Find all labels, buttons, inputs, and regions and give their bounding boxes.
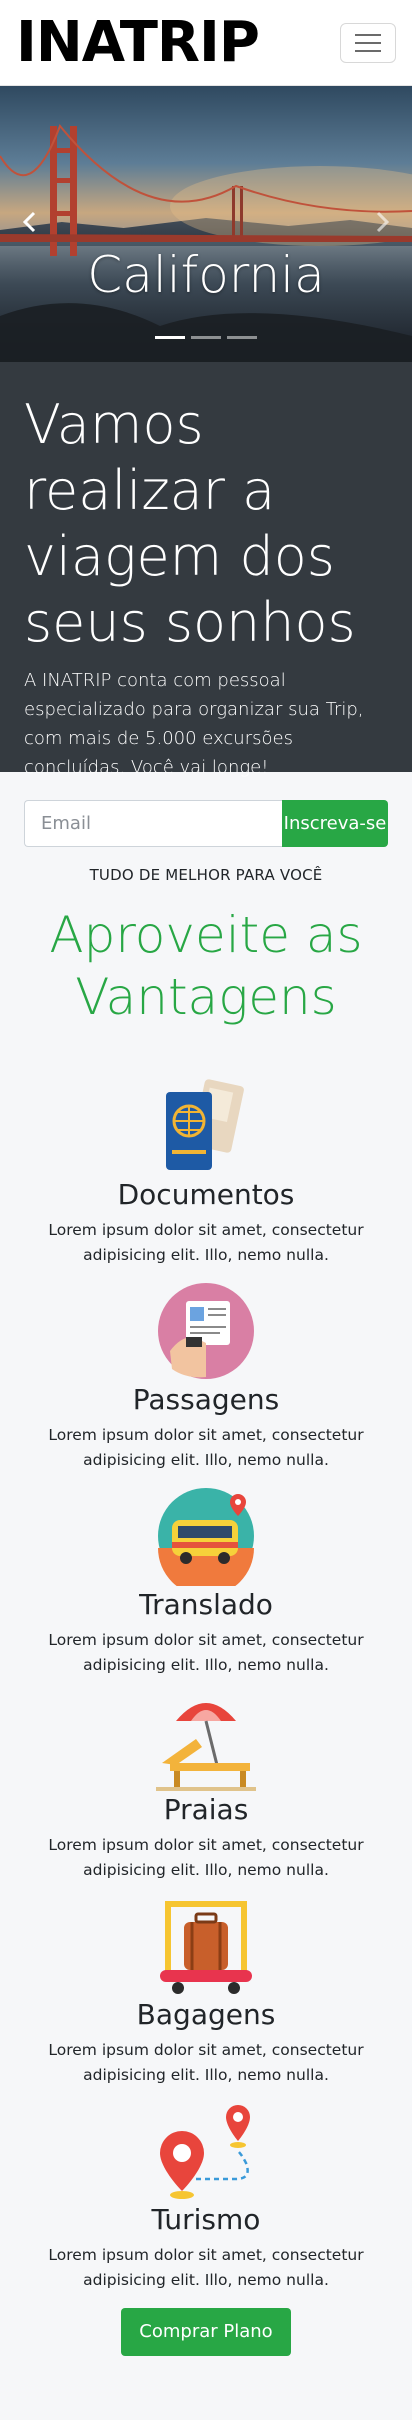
feature-text: Lorem ipsum dolor sit amet, consectetur …: [48, 1631, 364, 1674]
carousel-caption: California: [87, 246, 325, 304]
feature-text: Lorem ipsum dolor sit amet, consectetur …: [48, 1836, 364, 1879]
feature-text: Lorem ipsum dolor sit amet, consectetur …: [48, 1221, 364, 1264]
carousel-indicator-1[interactable]: [155, 336, 185, 339]
hamburger-icon: [355, 33, 381, 36]
buy-plan-button[interactable]: Comprar Plano: [121, 2308, 291, 2356]
hero-title: Vamos realizar a viagem dos seus sonhos: [24, 393, 356, 654]
carousel-indicator-3[interactable]: [227, 336, 257, 339]
hamburger-icon-line: [355, 49, 381, 52]
hamburger-icon-line: [355, 41, 381, 44]
feature-item-bagagens: Bagagens Lorem ipsum dolor sit amet, con…: [0, 1896, 412, 2101]
passport-icon: [166, 1079, 244, 1170]
feature-item-documentos: Documentos Lorem ipsum dolor sit amet, c…: [0, 1076, 412, 1281]
subscribe-form: Inscreva-se: [24, 800, 388, 847]
feature-title: Turismo: [151, 2203, 261, 2236]
feature-title: Bagagens: [136, 1998, 276, 2031]
email-input[interactable]: [24, 800, 282, 847]
carousel-indicator-2[interactable]: [191, 336, 221, 339]
features-list: Documentos Lorem ipsum dolor sit amet, c…: [0, 1076, 412, 2306]
carousel-next-button[interactable]: [370, 210, 394, 234]
feature-item-turismo: Turismo Lorem ipsum dolor sit amet, cons…: [0, 2101, 412, 2306]
hero-text: A INATRIP conta com pessoal especializad…: [24, 670, 364, 778]
feature-text: Lorem ipsum dolor sit amet, consectetur …: [48, 1426, 364, 1469]
bridge-image: [0, 124, 412, 362]
hero-carousel: California: [0, 86, 412, 362]
menu-toggle-button[interactable]: [340, 22, 396, 63]
features-section: TUDO DE MELHOR PARA VOCÊ Aproveite as Va…: [0, 772, 412, 2388]
feature-title: Passagens: [132, 1383, 280, 1416]
feature-item-translado: Translado Lorem ipsum dolor sit amet, co…: [0, 1486, 412, 1691]
feature-item-praias: Praias Lorem ipsum dolor sit amet, conse…: [0, 1691, 412, 1896]
carousel-prev-button[interactable]: [18, 210, 42, 234]
ticket-icon: [158, 1283, 254, 1379]
feature-title: Documentos: [117, 1178, 295, 1211]
feature-title: Praias: [163, 1793, 249, 1826]
feature-text: Lorem ipsum dolor sit amet, consectetur …: [48, 2041, 364, 2084]
features-title: Aproveite as Vantagens: [49, 906, 363, 1026]
luggage-cart-icon: [160, 1901, 252, 1994]
bus-icon: [158, 1488, 254, 1586]
features-eyebrow: TUDO DE MELHOR PARA VOCÊ: [89, 866, 323, 884]
navbar: INATRIP: [0, 0, 412, 86]
carousel-indicators: [0, 336, 412, 339]
feature-item-passagens: Passagens Lorem ipsum dolor sit amet, co…: [0, 1281, 412, 1486]
brand-logo[interactable]: INATRIP: [16, 14, 260, 71]
hero-section: Vamos realizar a viagem dos seus sonhos …: [0, 362, 412, 847]
feature-text: Lorem ipsum dolor sit amet, consectetur …: [48, 2246, 364, 2289]
chevron-left-icon: [22, 211, 36, 233]
beach-chair-icon: [156, 1703, 256, 1791]
map-pins-icon: [160, 2105, 250, 2199]
feature-title: Translado: [139, 1588, 273, 1621]
chevron-right-icon: [376, 211, 390, 233]
subscribe-button[interactable]: Inscreva-se: [282, 800, 388, 847]
